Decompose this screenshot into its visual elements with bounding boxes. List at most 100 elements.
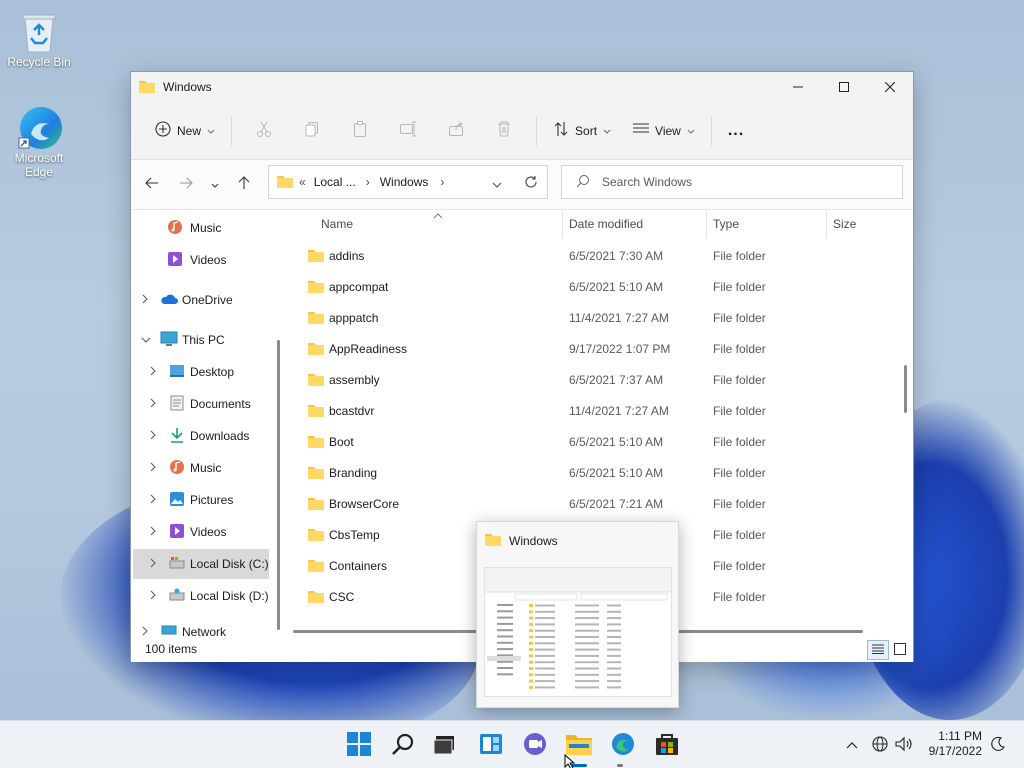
nav-item-pictures[interactable]: Pictures (149, 485, 277, 515)
chevron-down-icon (603, 124, 611, 138)
navigation-pane: Music Videos OneDrive This PC Desktop Do… (131, 210, 281, 642)
clock[interactable]: 1:11 PM 9/17/2022 (916, 729, 982, 759)
chevron-right-icon (149, 493, 157, 507)
nav-item-videos[interactable]: Videos (167, 245, 277, 275)
column-header-date[interactable]: Date modified (569, 210, 707, 238)
paste-button[interactable] (336, 115, 384, 147)
rename-button[interactable] (384, 115, 432, 147)
network-status-button[interactable] (869, 731, 891, 759)
list-view-icon (633, 123, 650, 138)
nav-item-local-disk-d[interactable]: Local Disk (D:) (149, 581, 277, 611)
search-icon (576, 174, 590, 191)
cut-button[interactable] (240, 115, 288, 147)
start-button[interactable] (345, 731, 373, 759)
file-row[interactable]: AppReadiness 9/17/2022 1:07 PM File folder (291, 333, 891, 364)
maximize-button[interactable] (821, 72, 867, 102)
share-button[interactable] (432, 115, 480, 147)
taskbar-thumbnail-preview[interactable]: Windows (476, 521, 679, 708)
sort-button[interactable]: Sort (545, 115, 619, 147)
file-row[interactable]: appcompat 6/5/2021 5:10 AM File folder (291, 271, 891, 302)
nav-item-label: This PC (182, 333, 225, 347)
show-hidden-icons-button[interactable] (842, 731, 862, 759)
widgets-icon (479, 733, 503, 758)
back-button[interactable] (135, 170, 169, 200)
chevron-right-icon (149, 397, 157, 411)
nav-item-local-disk-c[interactable]: Local Disk (C:) (133, 549, 269, 579)
clock-time: 1:11 PM (938, 729, 982, 743)
breadcrumb-separator[interactable]: › (440, 175, 444, 189)
edge-taskbar-button[interactable] (609, 731, 637, 759)
breadcrumb-local-disk[interactable]: Local ... (314, 175, 356, 189)
column-divider[interactable] (562, 210, 563, 238)
file-row[interactable]: apppatch 11/4/2021 7:27 AM File folder (291, 302, 891, 333)
search-box[interactable]: Search Windows (561, 165, 903, 199)
recycle-bin-icon (17, 8, 61, 53)
file-type: File folder (713, 558, 766, 573)
file-row[interactable]: Branding 6/5/2021 5:10 AM File folder (291, 457, 891, 488)
notifications-button[interactable] (987, 731, 1009, 759)
breadcrumb-windows[interactable]: Windows (380, 175, 429, 189)
address-bar[interactable]: « Local ... › Windows › (268, 165, 548, 199)
vertical-scrollbar[interactable] (904, 365, 907, 413)
nav-item-downloads[interactable]: Downloads (149, 421, 277, 451)
chat-icon (523, 732, 547, 759)
minimize-button[interactable] (775, 72, 821, 102)
forward-button[interactable] (169, 170, 203, 200)
file-date-modified: 9/17/2022 1:07 PM (569, 341, 671, 356)
file-type: File folder (713, 403, 766, 418)
chat-button[interactable] (521, 731, 549, 759)
nav-item-music-pc[interactable]: Music (149, 453, 277, 483)
nav-item-onedrive[interactable]: OneDrive (141, 285, 277, 315)
close-button[interactable] (867, 72, 913, 102)
more-options-button[interactable]: ... (720, 115, 752, 147)
nav-item-this-pc[interactable]: This PC (141, 325, 277, 355)
file-row[interactable]: Boot 6/5/2021 5:10 AM File folder (291, 426, 891, 457)
search-button[interactable] (389, 731, 417, 759)
nav-item-music[interactable]: Music (167, 213, 277, 243)
column-header-type[interactable]: Type (713, 210, 823, 238)
widgets-button[interactable] (477, 731, 505, 759)
nav-item-videos-pc[interactable]: Videos (149, 517, 277, 547)
column-divider[interactable] (826, 210, 827, 238)
new-label: New (177, 123, 202, 138)
column-divider[interactable] (706, 210, 707, 238)
file-name: addins (329, 248, 365, 263)
address-history-button[interactable] (492, 178, 502, 192)
nav-item-desktop[interactable]: Desktop (149, 357, 277, 387)
task-view-button[interactable] (431, 731, 459, 759)
clock-date: 9/17/2022 (928, 744, 982, 758)
column-header-size[interactable]: Size (833, 210, 893, 238)
details-view-button[interactable] (867, 640, 889, 660)
command-bar: New Sort View ... (131, 102, 913, 160)
chevron-right-icon (141, 293, 149, 307)
nav-item-documents[interactable]: Documents (149, 389, 277, 419)
file-type: File folder (713, 465, 766, 480)
large-icons-view-button[interactable] (889, 640, 911, 660)
store-button[interactable] (653, 731, 681, 759)
file-row[interactable]: BrowserCore 6/5/2021 7:21 AM File folder (291, 488, 891, 519)
recent-locations-button[interactable] (203, 170, 227, 200)
desktop-icon-edge[interactable]: Microsoft Edge (1, 104, 77, 179)
view-button[interactable]: View (625, 115, 703, 147)
file-type: File folder (713, 527, 766, 542)
volume-button[interactable] (893, 731, 915, 759)
copy-button[interactable] (288, 115, 336, 147)
refresh-button[interactable] (524, 175, 538, 192)
file-row[interactable]: bcastdvr 11/4/2021 7:27 AM File folder (291, 395, 891, 426)
file-row[interactable]: addins 6/5/2021 7:30 AM File folder (291, 240, 891, 271)
scissors-icon (256, 121, 272, 140)
title-bar[interactable]: Windows (131, 72, 913, 102)
navigation-scrollbar[interactable] (277, 340, 280, 630)
overflow-chevron[interactable]: « (299, 175, 306, 189)
delete-button[interactable] (480, 115, 528, 147)
file-row[interactable]: assembly 6/5/2021 7:37 AM File folder (291, 364, 891, 395)
column-header-name[interactable]: Name (321, 210, 561, 238)
new-button[interactable]: New (147, 115, 223, 147)
folder-icon (308, 558, 324, 575)
desktop-icon-recycle-bin[interactable]: Recycle Bin (1, 8, 77, 69)
arrow-left-icon (145, 177, 159, 192)
up-button[interactable] (227, 170, 261, 200)
breadcrumb-separator[interactable]: › (366, 175, 370, 189)
chevron-down-icon (492, 178, 502, 192)
folder-icon (308, 465, 324, 482)
